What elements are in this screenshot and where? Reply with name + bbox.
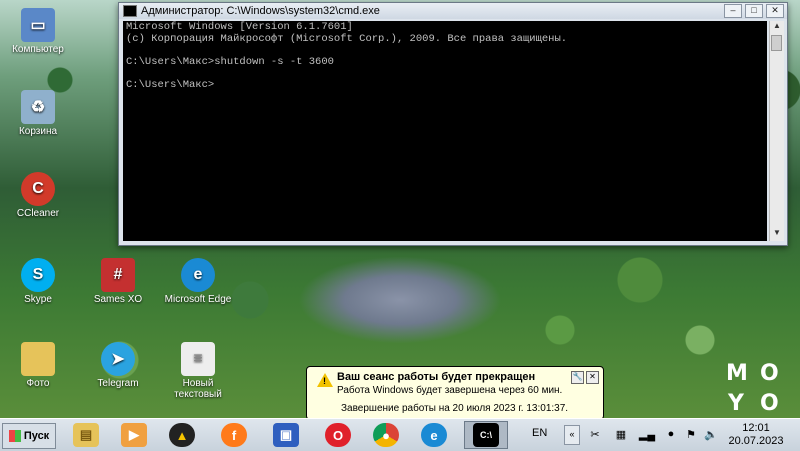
desktop-icon-label: Компьютер (12, 44, 64, 55)
explorer-icon: ▤ (73, 423, 99, 447)
device-tray-icon[interactable]: ▦ (614, 427, 628, 441)
desktop-icon-photo-folder[interactable]: Фото (2, 342, 74, 389)
windows-logo-icon (8, 430, 21, 442)
telegram-icon: ➤ (101, 342, 135, 376)
warning-icon: ! (317, 373, 333, 387)
taskbar-firefox[interactable]: f (212, 421, 256, 449)
moyo-watermark: M O Y O (722, 356, 788, 418)
desktop-icon-edge[interactable]: e Microsoft Edge (162, 258, 234, 305)
clock-date: 20.07.2023 (728, 435, 784, 447)
desktop-icon-label: Skype (24, 294, 52, 305)
scroll-down-icon[interactable]: ▼ (770, 228, 784, 241)
console-line: (c) Корпорация Майкрософт (Microsoft Cor… (126, 32, 568, 45)
balloon-options-icon[interactable]: 🔧 (571, 371, 584, 384)
taskbar-clock[interactable]: 12:01 20.07.2023 (722, 422, 790, 448)
taskbar-save-app[interactable]: ▣ (264, 421, 308, 449)
network-tray-icon[interactable]: ▂▄ (639, 427, 655, 441)
folder-icon (21, 342, 55, 376)
cmd-window[interactable]: Администратор: C:\Windows\system32\cmd.e… (118, 2, 788, 246)
close-button[interactable]: ✕ (766, 4, 784, 18)
text-file-icon: ≡ (181, 342, 215, 376)
console-line: C:\Users\Макс> (126, 78, 215, 91)
moyo-logo: M O Y O (726, 361, 788, 416)
tools-tray-icon[interactable]: ✂ (588, 427, 602, 441)
taskbar-edge[interactable]: e (412, 421, 456, 449)
show-hidden-icons-button[interactable]: « (564, 425, 580, 445)
scroll-up-icon[interactable]: ▲ (770, 21, 784, 34)
start-label: Пуск (23, 430, 50, 442)
flag-tray-icon[interactable]: ● (664, 427, 678, 441)
cmd-titlebar[interactable]: Администратор: C:\Windows\system32\cmd.e… (119, 3, 787, 19)
desktop-icon-ccleaner[interactable]: C CCleaner (2, 172, 74, 219)
desktop-icon-telegram[interactable]: ➤ Telegram (82, 342, 154, 389)
floppy-disk-icon: ▣ (273, 423, 299, 447)
desktop-icon-label: Новый текстовый (174, 378, 222, 400)
minimize-button[interactable]: – (724, 4, 742, 18)
chrome-icon: ● (373, 423, 399, 447)
edge-icon: e (181, 258, 215, 292)
taskbar-cmd[interactable]: C:\ (464, 421, 508, 449)
svg-text:Y: Y (727, 391, 758, 416)
desktop-icon-label: CCleaner (16, 208, 60, 219)
language-indicator[interactable]: EN (532, 427, 547, 439)
desktop-icon-label: Sames XO (93, 294, 143, 305)
ccleaner-icon: C (21, 172, 55, 206)
desktop-icon-label: Microsoft Edge (164, 294, 232, 305)
maximize-button[interactable]: □ (745, 4, 763, 18)
balloon-message: Работа Windows будет завершена через 60 … (337, 385, 563, 396)
shutdown-notification-balloon[interactable]: ! Ваш сеанс работы будет прекращен Работ… (306, 366, 604, 427)
scroll-thumb[interactable] (771, 35, 782, 51)
cmd-console[interactable]: Microsoft Windows [Version 6.1.7601] (c) … (123, 21, 767, 241)
desktop-icon-label: Фото (26, 378, 50, 389)
cmd-scrollbar[interactable]: ▲ ▼ (769, 21, 784, 241)
firefox-icon: f (221, 423, 247, 447)
balloon-close-button[interactable]: ✕ (586, 371, 599, 384)
desktop-icon-skype[interactable]: S Skype (2, 258, 74, 305)
cmd-icon: C:\ (473, 423, 499, 447)
media-player-icon: ▶ (121, 423, 147, 447)
action-center-icon[interactable]: ⚑ (684, 427, 698, 441)
volume-icon[interactable]: 🔈 (704, 427, 718, 441)
desktop-icon-recycle-bin[interactable]: ♻ Корзина (2, 90, 74, 137)
opera-icon: O (325, 423, 351, 447)
taskbar-opera[interactable]: O (316, 421, 360, 449)
clock-time: 12:01 (742, 422, 770, 434)
desktop-icon-label: Telegram (97, 378, 139, 389)
cmd-title: Администратор: C:\Windows\system32\cmd.e… (141, 5, 380, 17)
svg-text:O: O (760, 391, 788, 416)
desktop: ▭ Компьютер ♻ Корзина C CCleaner S Skype… (0, 0, 800, 418)
svg-text:O: O (760, 361, 788, 386)
console-line: C:\Users\Макс>shutdown -s -t 3600 (126, 55, 334, 68)
desktop-icon-sames-xo[interactable]: # Sames XO (82, 258, 154, 305)
desktop-icon-text-file[interactable]: ≡ Новый текстовый (162, 342, 234, 400)
taskbar: Пуск ▤ ▶ ▲ f ▣ O ● e C:\ EN « ✂ ▦ ▂▄ ● ⚑… (0, 418, 800, 451)
computer-icon: ▭ (21, 8, 55, 42)
cmd-app-icon (123, 5, 137, 17)
desktop-icon-label: Корзина (18, 126, 58, 137)
recycle-bin-icon: ♻ (21, 90, 55, 124)
taskbar-explorer[interactable]: ▤ (64, 421, 108, 449)
skype-icon: S (21, 258, 55, 292)
start-button[interactable]: Пуск (2, 423, 56, 449)
taskbar-app[interactable]: ▲ (160, 421, 204, 449)
balloon-title: Ваш сеанс работы будет прекращен (337, 371, 536, 383)
taskbar-chrome[interactable]: ● (364, 421, 408, 449)
console-line: Microsoft Windows [Version 6.1.7601] (126, 21, 353, 33)
balloon-shutdown-time: Завершение работы на 20 июля 2023 г. 13:… (341, 403, 569, 414)
desktop-icon-computer[interactable]: ▭ Компьютер (2, 8, 74, 55)
edge-icon: e (421, 423, 447, 447)
svg-text:M: M (726, 361, 762, 386)
tic-tac-toe-icon: # (101, 258, 135, 292)
triangle-app-icon: ▲ (169, 423, 195, 447)
taskbar-media-player[interactable]: ▶ (112, 421, 156, 449)
